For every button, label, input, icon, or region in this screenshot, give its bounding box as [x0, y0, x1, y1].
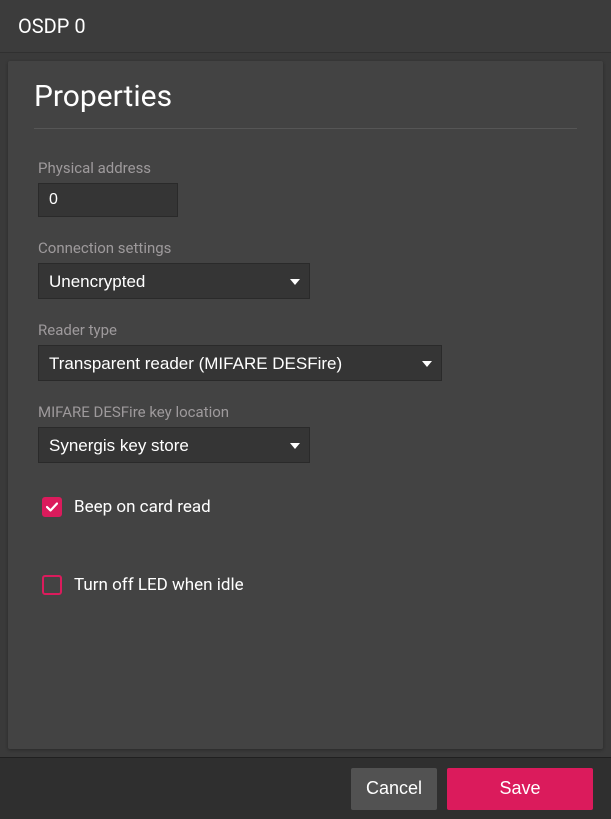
properties-panel: Properties Physical address Connection s…	[8, 61, 603, 749]
turn-off-led-label: Turn off LED when idle	[74, 575, 244, 595]
reader-type-label: Reader type	[38, 321, 577, 339]
titlebar: OSDP 0	[0, 0, 611, 53]
connection-settings-select[interactable]: Unencrypted	[38, 263, 310, 299]
dialog-window: OSDP 0 Properties Physical address Conne…	[0, 0, 611, 819]
physical-address-input[interactable]	[38, 183, 178, 217]
beep-on-card-read-checkbox[interactable]	[42, 497, 62, 517]
panel-heading: Properties	[34, 79, 577, 129]
save-button[interactable]: Save	[447, 768, 593, 810]
reader-type-select-wrap: Transparent reader (MIFARE DESFire)	[38, 345, 442, 381]
connection-settings-select-wrap: Unencrypted	[38, 263, 310, 299]
beep-on-card-read-row: Beep on card read	[34, 497, 577, 517]
reader-type-field: Reader type Transparent reader (MIFARE D…	[34, 321, 577, 381]
turn-off-led-checkbox[interactable]	[42, 575, 62, 595]
physical-address-label: Physical address	[38, 159, 577, 177]
button-bar: Cancel Save	[0, 757, 611, 819]
connection-settings-label: Connection settings	[38, 239, 577, 257]
connection-settings-field: Connection settings Unencrypted	[34, 239, 577, 299]
beep-on-card-read-label: Beep on card read	[74, 497, 211, 517]
key-location-label: MIFARE DESFire key location	[38, 403, 577, 421]
check-icon	[46, 501, 58, 513]
cancel-button[interactable]: Cancel	[351, 768, 437, 810]
key-location-select-wrap: Synergis key store	[38, 427, 310, 463]
content-area: Properties Physical address Connection s…	[0, 53, 611, 757]
physical-address-field: Physical address	[34, 159, 577, 217]
key-location-select[interactable]: Synergis key store	[38, 427, 310, 463]
reader-type-select[interactable]: Transparent reader (MIFARE DESFire)	[38, 345, 442, 381]
key-location-field: MIFARE DESFire key location Synergis key…	[34, 403, 577, 463]
turn-off-led-row: Turn off LED when idle	[34, 575, 577, 595]
window-title: OSDP 0	[18, 14, 86, 38]
